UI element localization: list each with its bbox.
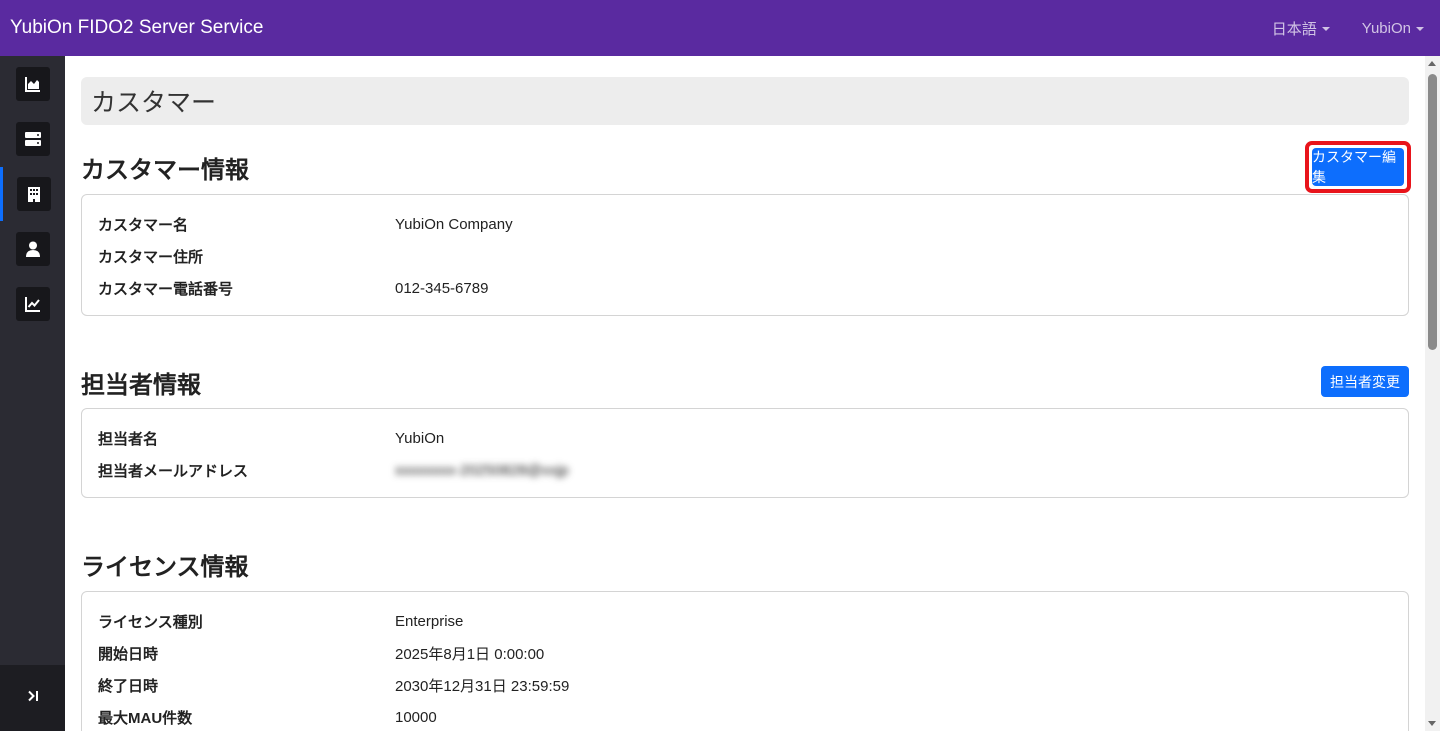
- sidebar-collapse-button[interactable]: [0, 665, 65, 731]
- sidebar-item-users[interactable]: [0, 222, 65, 276]
- sidebar-item-dashboard[interactable]: [0, 57, 65, 111]
- sidebar-item-servers[interactable]: [0, 112, 65, 166]
- user-dropdown[interactable]: YubiOn: [1362, 20, 1424, 37]
- server-icon: [15, 122, 50, 156]
- customer-section-heading: カスタマー情報: [81, 157, 249, 184]
- customer-info-card: カスタマー名 YubiOn Company カスタマー住所 カスタマー電話番号 …: [81, 194, 1409, 316]
- app-brand[interactable]: YubiOn FIDO2 Server Service: [10, 17, 263, 39]
- license-end-row: 終了日時 2030年12月31日 23:59:59: [98, 673, 1388, 697]
- navbar-right: 日本語 YubiOn: [1272, 18, 1430, 39]
- field-label: 終了日時: [98, 677, 159, 695]
- caret-down-icon: [1416, 27, 1424, 31]
- page-title: カスタマー: [81, 77, 1409, 125]
- field-value: 012-345-6789: [395, 279, 489, 297]
- scroll-down-icon[interactable]: [1428, 721, 1436, 726]
- customer-address-row: カスタマー住所: [98, 244, 1388, 268]
- language-dropdown[interactable]: 日本語: [1272, 18, 1330, 39]
- field-value: 2030年12月31日 23:59:59: [395, 677, 570, 695]
- collapse-toggle-icon: [27, 689, 39, 707]
- sidebar: [0, 56, 65, 731]
- field-label: カスタマー電話番号: [98, 280, 234, 298]
- contact-section-heading: 担当者情報: [81, 372, 201, 399]
- field-label: 担当者メールアドレス: [98, 462, 249, 480]
- license-type-row: ライセンス種別 Enterprise: [98, 609, 1388, 633]
- customer-name-row: カスタマー名 YubiOn Company: [98, 212, 1388, 236]
- field-label: 最大MAU件数: [98, 709, 193, 727]
- main-content: カスタマー カスタマー情報 カスタマー編集 カスタマー名 YubiOn Comp…: [65, 56, 1425, 731]
- change-contact-button[interactable]: 担当者変更: [1321, 366, 1409, 397]
- sidebar-item-customer[interactable]: [0, 167, 65, 221]
- line-chart-icon: [15, 287, 50, 321]
- user-label: YubiOn: [1361, 19, 1411, 37]
- scrollbar-thumb[interactable]: [1428, 74, 1437, 350]
- field-value: 2025年8月1日 0:00:00: [395, 645, 545, 663]
- user-icon: [15, 232, 50, 266]
- customer-phone-row: カスタマー電話番号 012-345-6789: [98, 276, 1388, 300]
- license-start-row: 開始日時 2025年8月1日 0:00:00: [98, 641, 1388, 665]
- page-scrollbar[interactable]: [1425, 56, 1440, 731]
- scroll-up-icon[interactable]: [1428, 61, 1436, 66]
- edit-customer-button[interactable]: カスタマー編集: [1312, 148, 1404, 186]
- caret-down-icon: [1321, 27, 1330, 31]
- contact-info-card: 担当者名 YubiOn 担当者メールアドレス xxxxxxxx-20250828…: [81, 408, 1409, 498]
- license-info-card: ライセンス種別 Enterprise 開始日時 2025年8月1日 0:00:0…: [81, 591, 1409, 731]
- contact-name-row: 担当者名 YubiOn: [98, 426, 1388, 450]
- top-navbar: YubiOn FIDO2 Server Service 日本語 YubiOn: [0, 0, 1440, 56]
- field-value: YubiOn Company: [395, 215, 513, 233]
- field-value: Enterprise: [395, 612, 464, 630]
- building-icon: [17, 177, 51, 211]
- field-value-redacted: xxxxxxxx-20250828@xxjp: [395, 461, 569, 479]
- field-label: 開始日時: [98, 645, 159, 663]
- contact-email-row: 担当者メールアドレス xxxxxxxx-20250828@xxjp: [98, 458, 1388, 482]
- sidebar-item-statistics[interactable]: [0, 277, 65, 331]
- field-value: 10000: [395, 708, 437, 726]
- field-label: カスタマー住所: [98, 248, 204, 266]
- area-chart-icon: [15, 67, 50, 101]
- field-label: ライセンス種別: [98, 613, 203, 631]
- field-value: YubiOn: [395, 429, 445, 447]
- field-label: カスタマー名: [98, 216, 189, 234]
- language-label: 日本語: [1271, 20, 1317, 38]
- license-mau-row: 最大MAU件数 10000: [98, 705, 1388, 729]
- license-section-heading: ライセンス情報: [81, 554, 249, 581]
- field-label: 担当者名: [98, 430, 159, 448]
